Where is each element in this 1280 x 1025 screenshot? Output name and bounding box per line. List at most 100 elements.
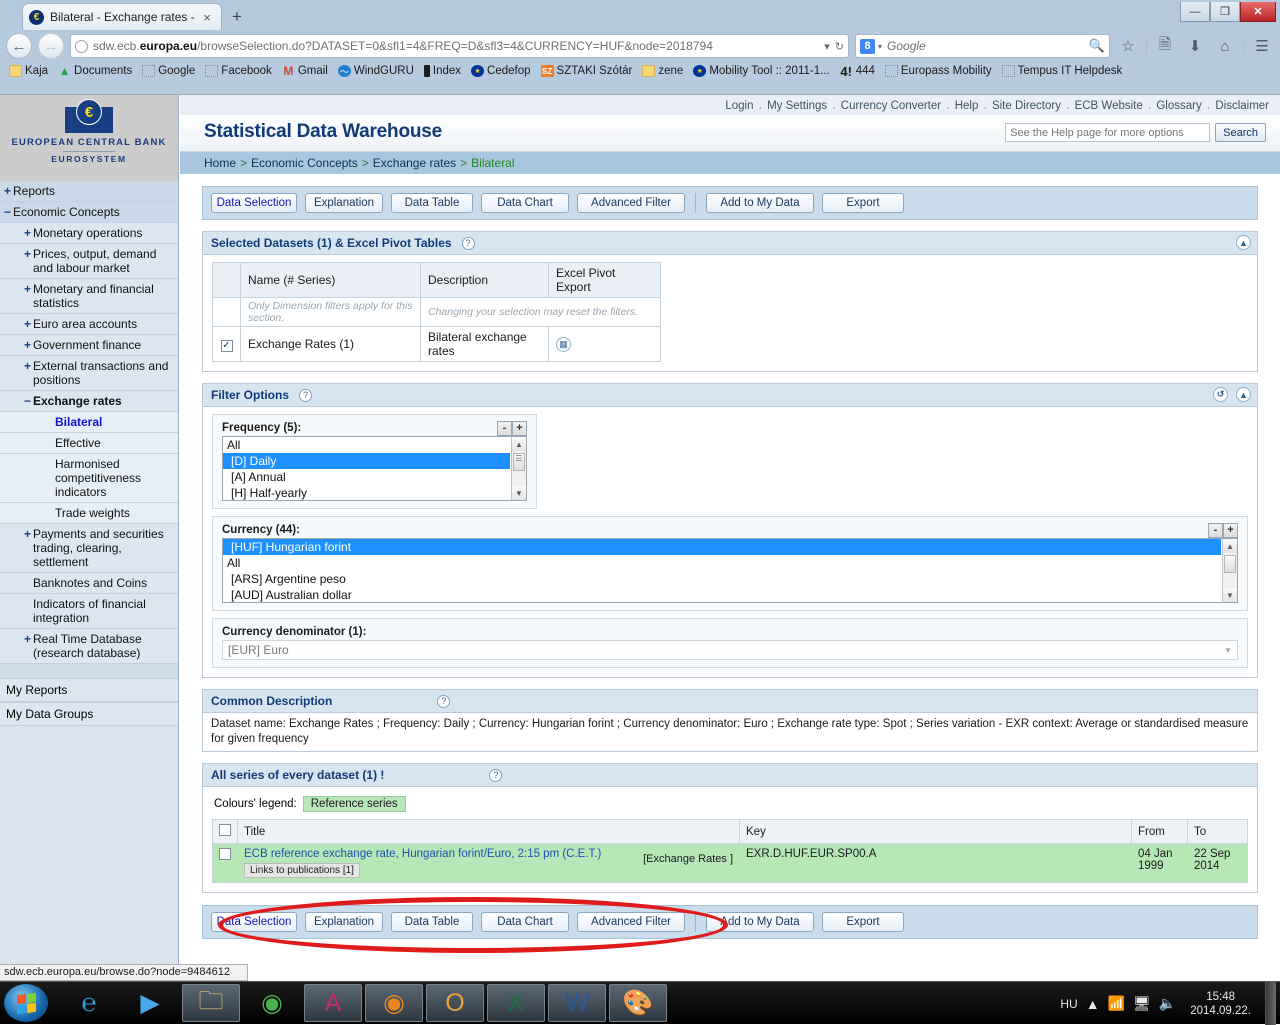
scroll-thumb[interactable]: ☰ — [513, 453, 525, 471]
currency-option[interactable]: [AUD] Australian dollar — [223, 587, 1221, 602]
sidebar-item-bilateral[interactable]: Bilateral — [0, 412, 178, 433]
sidebar-item-euro-area-accounts[interactable]: + Euro area accounts — [0, 314, 178, 335]
links-to-publications-button[interactable]: Links to publications [1] — [244, 863, 360, 878]
bookmark-item[interactable]: Google — [139, 64, 198, 78]
sidebar-item-external-transactions-and-positions[interactable]: + External transactions and positions — [0, 356, 178, 391]
sidebar-item-monetary-operations[interactable]: + Monetary operations — [0, 223, 178, 244]
button-export[interactable]: Export — [822, 193, 904, 213]
bookmark-item[interactable]: Index — [421, 64, 464, 78]
currency-option[interactable]: [HUF] Hungarian forint — [223, 539, 1221, 555]
chevron-down-icon[interactable]: ▾ — [878, 42, 882, 51]
sidebar-item-trade-weights[interactable]: Trade weights — [0, 503, 178, 524]
expand-icon[interactable]: + — [22, 632, 33, 646]
expand-icon[interactable]: + — [22, 282, 33, 296]
help-icon[interactable]: ? — [489, 768, 503, 782]
clock[interactable]: 15:48 2014.09.22. — [1184, 990, 1257, 1018]
chevron-up-icon[interactable]: ▲ — [1236, 235, 1251, 250]
sidebar-item-government-finance[interactable]: + Government finance — [0, 335, 178, 356]
sidebar-item-monetary-and-financial-statistics[interactable]: + Monetary and financial statistics — [0, 279, 178, 314]
reset-icon[interactable]: ↺ — [1213, 387, 1228, 402]
top-link-my-settings[interactable]: My Settings — [766, 100, 828, 112]
expand-icon[interactable]: + — [22, 317, 33, 331]
taskbar-media-player-icon[interactable]: ▶ — [121, 984, 179, 1022]
top-link-site-directory[interactable]: Site Directory — [991, 100, 1062, 112]
language-indicator[interactable]: HU — [1060, 997, 1077, 1011]
expand-icon[interactable]: + — [22, 226, 33, 240]
series-title-link[interactable]: ECB reference exchange rate, Hungarian f… — [244, 848, 601, 860]
help-icon[interactable]: ? — [461, 236, 475, 250]
button-data-selection[interactable]: Data Selection — [211, 912, 297, 932]
taskbar-internet-explorer-icon[interactable]: ℮ — [60, 984, 118, 1022]
search-input[interactable] — [1005, 123, 1211, 142]
breadcrumb-item-bilateral[interactable]: Bilateral — [471, 156, 514, 170]
bookmark-item[interactable]: M Gmail — [279, 64, 331, 78]
sidebar-item-reports[interactable]: + Reports — [0, 181, 178, 202]
search-icon[interactable]: 🔍 — [1089, 38, 1105, 54]
bookmark-item[interactable]: SZ SZTAKI Szótár — [538, 64, 636, 78]
bookmark-item[interactable]: Europass Mobility — [882, 64, 995, 78]
search-button[interactable]: Search — [1215, 123, 1266, 142]
select-all-checkbox[interactable] — [219, 824, 231, 836]
volume-muted-icon[interactable]: 🔈 — [1159, 995, 1176, 1012]
button-data-table[interactable]: Data Table — [391, 193, 473, 213]
currency-option[interactable]: [ARS] Argentine peso — [223, 571, 1221, 587]
button-advanced-filter[interactable]: Advanced Filter — [577, 912, 685, 932]
taskbar-firefox-icon[interactable]: ◉ — [365, 984, 423, 1022]
top-link-glossary[interactable]: Glossary — [1155, 100, 1202, 112]
expand-icon[interactable]: + — [22, 359, 33, 373]
bookmark-item[interactable]: 4! 444 — [837, 64, 878, 79]
scroll-up-icon[interactable]: ▲ — [512, 437, 526, 451]
top-link-currency-converter[interactable]: Currency Converter — [840, 100, 942, 112]
taskbar-outlook-icon[interactable]: O — [426, 984, 484, 1022]
address-dropdown-icon[interactable]: ▾ — [819, 40, 830, 53]
help-icon[interactable]: ? — [437, 694, 451, 708]
bookmark-item[interactable]: Facebook — [202, 64, 275, 78]
monitor-icon[interactable]: 🖥 — [1133, 995, 1151, 1012]
frequency-listbox[interactable]: All [D] Daily [A] Annual [H] Half-yearly ▲ … — [222, 436, 527, 501]
button-explanation[interactable]: Explanation — [305, 912, 383, 932]
sidebar-item-effective[interactable]: Effective — [0, 433, 178, 454]
button-explanation[interactable]: Explanation — [305, 193, 383, 213]
bookmark-item[interactable]: Kaja — [6, 64, 51, 78]
chevron-up-icon[interactable]: ▲ — [1086, 996, 1100, 1012]
start-button[interactable] — [4, 984, 48, 1022]
breadcrumb-item-home[interactable]: Home — [204, 156, 236, 170]
frequency-option[interactable]: [H] Half-yearly — [223, 485, 510, 500]
minimize-button[interactable]: — — [1180, 2, 1210, 22]
button-data-selection[interactable]: Data Selection — [211, 193, 297, 213]
sidebar-item-prices-output-demand-and-labour-market[interactable]: + Prices, output, demand and labour marke… — [0, 244, 178, 279]
taskbar-chrome-icon[interactable]: ◉ — [243, 984, 301, 1022]
sidebar-item-exchange-rates[interactable]: − Exchange rates — [0, 391, 178, 412]
bookmark-item[interactable]: ★ Mobility Tool :: 2011-1... — [690, 64, 832, 78]
top-link-login[interactable]: Login — [724, 100, 754, 112]
top-link-disclaimer[interactable]: Disclaimer — [1214, 100, 1270, 112]
reading-list-icon[interactable]: 🗎 — [1153, 34, 1177, 58]
sidebar-item-my-reports[interactable]: My Reports — [0, 678, 178, 702]
currency-collapse-button[interactable]: - — [1208, 523, 1223, 538]
close-tab-icon[interactable]: × — [199, 10, 215, 25]
chevron-up-icon[interactable]: ▲ — [1236, 387, 1251, 402]
breadcrumb-item-economic-concepts[interactable]: Economic Concepts — [251, 156, 358, 170]
grid-icon[interactable]: ▦ — [556, 336, 571, 352]
frequency-option[interactable]: All — [223, 437, 510, 453]
network-warning-icon[interactable]: 📶 — [1108, 995, 1125, 1012]
sidebar-item-banknotes-and-coins[interactable]: Banknotes and Coins — [0, 573, 178, 594]
reload-icon[interactable]: ↻ — [830, 40, 844, 53]
taskbar-access-icon[interactable]: A — [304, 984, 362, 1022]
button-data-table[interactable]: Data Table — [391, 912, 473, 932]
scroll-down-icon[interactable]: ▼ — [512, 486, 526, 500]
restore-button[interactable]: ❐ — [1210, 2, 1240, 22]
bookmark-item[interactable]: 〜 WindGURU — [335, 64, 417, 78]
button-data-chart[interactable]: Data Chart — [481, 912, 569, 932]
button-add-to-my-data[interactable]: Add to My Data — [706, 912, 814, 932]
close-window-button[interactable]: ✕ — [1240, 2, 1276, 22]
show-desktop-button[interactable] — [1265, 982, 1276, 1025]
expand-icon[interactable]: + — [22, 527, 33, 541]
new-tab-button[interactable]: + — [232, 7, 242, 27]
button-advanced-filter[interactable]: Advanced Filter — [577, 193, 685, 213]
taskbar-excel-icon[interactable]: X — [487, 984, 545, 1022]
bookmark-item[interactable]: ▲ Documents — [55, 64, 135, 78]
bookmark-item[interactable]: zene — [639, 64, 686, 78]
currency-expand-button[interactable]: + — [1223, 523, 1238, 538]
sidebar-item-harmonised-competitiveness-indicators[interactable]: Harmonised competitiveness indicators — [0, 454, 178, 503]
